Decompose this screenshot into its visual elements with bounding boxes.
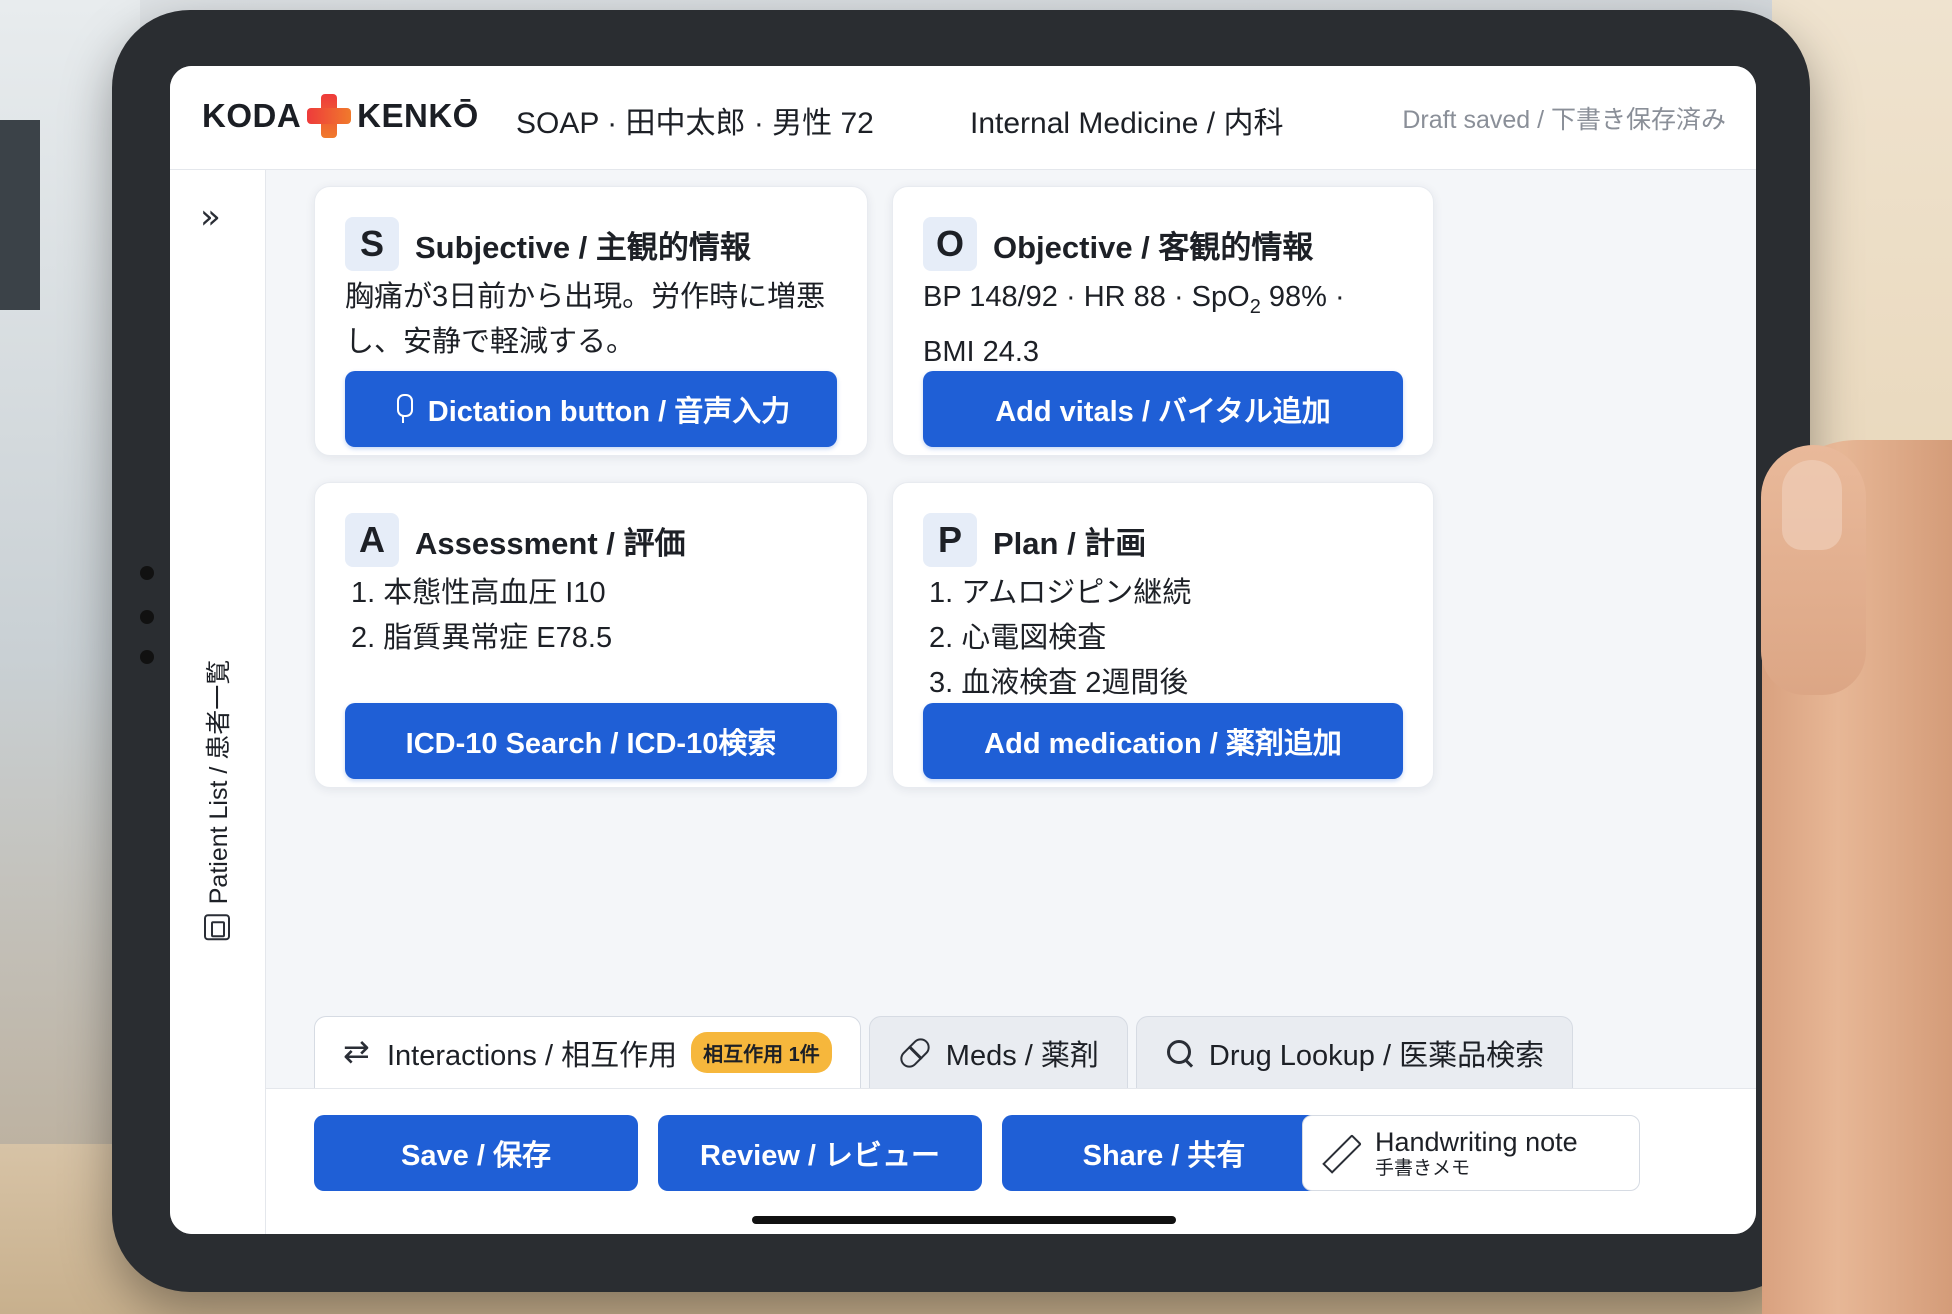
app-logo: KODA KENKŌ bbox=[202, 92, 479, 140]
logo-text-left: KODA bbox=[202, 97, 302, 134]
tablet-sensor bbox=[140, 650, 154, 664]
share-button-label: Share / 共有 bbox=[1082, 1140, 1246, 1172]
plan-title: Plan / 計画 bbox=[993, 525, 1147, 561]
handwriting-note-button[interactable]: Handwriting note 手書きメモ bbox=[1302, 1115, 1640, 1191]
save-button-label: Save / 保存 bbox=[401, 1140, 551, 1172]
plan-item: 1. アムロジピン継続 bbox=[929, 577, 1192, 609]
soap-letter-p: P bbox=[923, 513, 977, 567]
home-indicator[interactable] bbox=[752, 1216, 1176, 1224]
review-button[interactable]: Review / レビュー bbox=[658, 1115, 982, 1191]
plan-list[interactable]: 1. アムロジピン継続 2. 心電図検査 3. 血液検査 2週間後 bbox=[929, 571, 1403, 706]
app-screen: KODA KENKŌ SOAP · 田中太郎 · 男性 72 Internal … bbox=[170, 66, 1756, 1234]
logo-text-right: KENKŌ bbox=[357, 97, 479, 134]
interaction-count-badge: 相互作用 1件 bbox=[691, 1032, 832, 1073]
icd10-search-button[interactable]: ICD-10 Search / ICD-10検索 bbox=[345, 703, 837, 779]
spo2-subscript: 2 bbox=[1249, 295, 1261, 318]
pencil-icon bbox=[1321, 1135, 1357, 1171]
plan-item: 3. 血液検査 2週間後 bbox=[929, 667, 1189, 699]
handwriting-note-sublabel: 手書きメモ bbox=[1375, 1158, 1471, 1179]
save-button[interactable]: Save / 保存 bbox=[314, 1115, 638, 1191]
assessment-item: 1. 本態性高血圧 I10 bbox=[351, 577, 606, 609]
icd10-search-label: ICD-10 Search / ICD-10検索 bbox=[405, 728, 777, 760]
vitals-text-part1: BP 148/92 · HR 88 · SpO bbox=[923, 281, 1250, 313]
tab-drug-lookup[interactable]: Drug Lookup / 医薬品検索 bbox=[1135, 1016, 1574, 1088]
top-bar: KODA KENKŌ SOAP · 田中太郎 · 男性 72 Internal … bbox=[170, 66, 1756, 170]
department-label: Internal Medicine / 内科 bbox=[970, 107, 1284, 140]
plan-card: P Plan / 計画 1. アムロジピン継続 2. 心電図検査 3. 血液検査… bbox=[892, 482, 1434, 788]
add-vitals-label: Add vitals / バイタル追加 bbox=[995, 396, 1331, 428]
background-monitor bbox=[0, 120, 40, 310]
medical-cross-icon bbox=[305, 92, 353, 140]
expand-sidebar-icon[interactable]: » bbox=[200, 200, 221, 234]
soap-letter-a: A bbox=[345, 513, 399, 567]
pill-icon bbox=[896, 1034, 934, 1071]
bottom-tabs: Interactions / 相互作用 相互作用 1件 Meds / 薬剤 Dr… bbox=[314, 1016, 1574, 1088]
review-button-label: Review / レビュー bbox=[699, 1140, 941, 1172]
dictation-button[interactable]: Dictation button / 音声入力 bbox=[345, 371, 837, 447]
handwriting-note-label: Handwriting note bbox=[1375, 1127, 1578, 1157]
background-thumbnail bbox=[1782, 460, 1842, 550]
add-medication-label: Add medication / 薬剤追加 bbox=[984, 728, 1342, 760]
objective-title: Objective / 客観的情報 bbox=[993, 229, 1314, 265]
patient-list-label: Patient List / 患者一覧 bbox=[205, 659, 233, 905]
tab-drug-lookup-label: Drug Lookup / 医薬品検索 bbox=[1208, 1039, 1545, 1072]
assessment-card: A Assessment / 評価 1. 本態性高血圧 I10 2. 脂質異常症… bbox=[314, 482, 868, 788]
assessment-title: Assessment / 評価 bbox=[415, 525, 686, 561]
patient-header: SOAP · 田中太郎 · 男性 72 bbox=[516, 107, 874, 140]
assessment-item: 2. 脂質異常症 E78.5 bbox=[351, 622, 613, 654]
objective-card: O Objective / 客観的情報 BP 148/92 · HR 88 · … bbox=[892, 186, 1434, 456]
tab-interactions[interactable]: Interactions / 相互作用 相互作用 1件 bbox=[314, 1016, 861, 1088]
sidebar: » Patient List / 患者一覧 bbox=[170, 170, 266, 1234]
tab-meds-label: Meds / 薬剤 bbox=[945, 1039, 1099, 1072]
patient-list-toggle[interactable]: Patient List / 患者一覧 bbox=[192, 630, 242, 970]
tablet-sensor bbox=[140, 610, 154, 624]
action-bar: Save / 保存 Review / レビュー Share / 共有 Handw… bbox=[266, 1088, 1756, 1234]
subjective-text[interactable]: 胸痛が3日前から出現。労作時に増悪し、安静で軽減する。 bbox=[345, 275, 837, 365]
soap-letter-o: O bbox=[923, 217, 977, 271]
subjective-title: Subjective / 主観的情報 bbox=[415, 229, 751, 265]
subjective-card: S Subjective / 主観的情報 胸痛が3日前から出現。労作時に増悪し、… bbox=[314, 186, 868, 456]
add-medication-button[interactable]: Add medication / 薬剤追加 bbox=[923, 703, 1403, 779]
vitals-text[interactable]: BP 148/92 · HR 88 · SpO2 98% · BMI 24.3 bbox=[923, 275, 1403, 375]
tablet-sensor bbox=[140, 566, 154, 580]
tab-interactions-label: Interactions / 相互作用 bbox=[387, 1039, 678, 1072]
plan-item: 2. 心電図検査 bbox=[929, 622, 1107, 654]
assessment-list[interactable]: 1. 本態性高血圧 I10 2. 脂質異常症 E78.5 bbox=[351, 571, 837, 661]
add-vitals-button[interactable]: Add vitals / バイタル追加 bbox=[923, 371, 1403, 447]
tab-meds[interactable]: Meds / 薬剤 bbox=[868, 1016, 1128, 1088]
share-button[interactable]: Share / 共有 bbox=[1002, 1115, 1326, 1191]
soap-letter-s: S bbox=[345, 217, 399, 271]
search-icon bbox=[1165, 1038, 1195, 1068]
draft-status: Draft saved / 下書き保存済み bbox=[1402, 106, 1726, 134]
swap-arrows-icon bbox=[343, 1032, 373, 1070]
patient-list-icon bbox=[204, 914, 230, 941]
microphone-icon bbox=[392, 394, 414, 424]
dictation-button-label: Dictation button / 音声入力 bbox=[427, 396, 791, 428]
